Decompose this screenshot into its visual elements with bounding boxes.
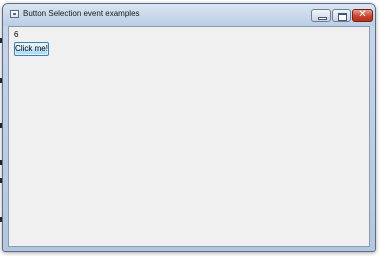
desktop: Button Selection event examples ✕ 6 Clic… (0, 0, 380, 256)
minimize-button[interactable] (311, 9, 331, 22)
counter-label: 6 (14, 30, 19, 39)
window-title: Button Selection event examples (23, 9, 140, 18)
close-button[interactable]: ✕ (352, 9, 373, 22)
maximize-button[interactable] (332, 9, 351, 22)
maximize-icon (338, 13, 347, 21)
app-window: Button Selection event examples ✕ 6 Clic… (2, 3, 376, 252)
minimize-icon (318, 17, 327, 20)
close-icon: ✕ (358, 9, 367, 20)
window-client-area: 6 Click me! (8, 26, 370, 247)
window-app-icon[interactable] (10, 10, 19, 18)
click-me-button[interactable]: Click me! (14, 42, 49, 56)
title-bar[interactable]: Button Selection event examples ✕ (3, 4, 375, 26)
